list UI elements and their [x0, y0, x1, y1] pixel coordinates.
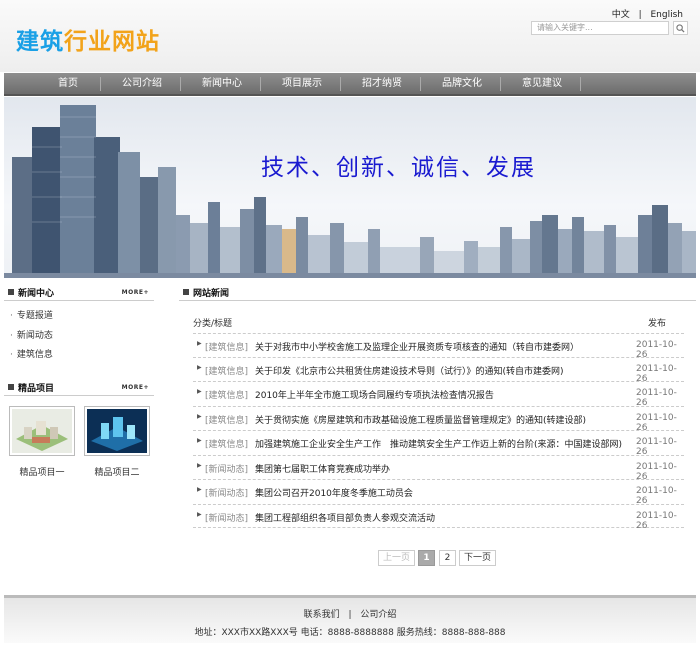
lang-separator: |	[638, 10, 642, 20]
nav-divider	[100, 77, 101, 91]
nav-divider	[340, 77, 341, 91]
sidebar-link-special-report[interactable]: 专题报道	[10, 309, 53, 329]
hero-banner: 技术、创新、诚信、发展	[4, 97, 696, 278]
arrow-right-icon: ▶	[197, 388, 202, 395]
search-input[interactable]: 请输入关键字...	[531, 21, 669, 35]
city-skyline-image	[4, 105, 696, 278]
nav-feedback[interactable]: 意见建议	[512, 73, 572, 94]
site-header: 建筑行业网站 中文 | English 请输入关键字...	[0, 0, 700, 72]
footer-links: 联系我们 | 公司介绍	[4, 607, 696, 620]
nav-divider	[580, 77, 581, 91]
nav-brand-culture[interactable]: 品牌文化	[432, 73, 492, 94]
news-row[interactable]: ▶ [新闻动态] 集团第七届职工体育竞赛成功举办 2011-10-26	[193, 455, 684, 482]
main-news-header: 网站新闻	[179, 285, 696, 301]
footer-contact-link[interactable]: 联系我们	[304, 610, 340, 620]
footer-separator: |	[348, 610, 352, 620]
project-thumbnail-2[interactable]	[84, 406, 150, 456]
news-row[interactable]: ▶ [建筑信息] 关于对我市中小学校舍施工及监理企业开展资质专项核查的通知（转自…	[193, 333, 684, 360]
news-date: 2011-10-26	[636, 511, 677, 531]
main-nav: 首页 公司介绍 新闻中心 项目展示 招才纳贤 品牌文化 意见建议	[4, 73, 696, 96]
arrow-right-icon: ▶	[197, 486, 202, 493]
project-caption-2[interactable]: 精品项目二	[84, 465, 150, 478]
news-row[interactable]: ▶ [建筑信息] 2010年上半年全市施工现场合同履约专项执法检查情况报告 20…	[193, 381, 684, 408]
sidebar-projects-more-link[interactable]: MORE+	[122, 384, 149, 391]
arrow-right-icon: ▶	[197, 462, 202, 469]
sidebar-news-header: 新闻中心 MORE+	[4, 285, 154, 301]
news-category[interactable]: [建筑信息]	[205, 437, 248, 450]
news-title-link[interactable]: 关于贯彻实施《房屋建筑和市政基础设施工程质量监督管理规定》的通知(转建设部)	[255, 413, 586, 426]
nav-projects[interactable]: 项目展示	[272, 73, 332, 94]
bullet-icon	[8, 289, 14, 295]
news-date: 2011-10-26	[636, 437, 677, 457]
building-model-image	[87, 409, 147, 453]
sidebar-news-title: 新闻中心	[18, 289, 55, 299]
news-date: 2011-10-26	[636, 388, 677, 408]
arrow-right-icon: ▶	[197, 437, 202, 444]
news-date: 2011-10-26	[636, 486, 677, 506]
news-category[interactable]: [建筑信息]	[205, 364, 248, 377]
search-icon	[676, 24, 685, 33]
arrow-right-icon: ▶	[197, 364, 202, 371]
search-button[interactable]	[673, 21, 688, 35]
nav-divider	[180, 77, 181, 91]
sidebar-link-news-updates[interactable]: 新闻动态	[10, 329, 53, 349]
logo-text-part2: 行业网站	[64, 29, 160, 55]
sidebar-news-list: 专题报道 新闻动态 建筑信息	[10, 309, 53, 368]
news-category[interactable]: [新闻动态]	[205, 486, 248, 499]
main-news-title: 网站新闻	[193, 289, 230, 299]
column-header-date: 发布	[648, 319, 667, 329]
news-row[interactable]: ▶ [建筑信息] 关于印发《北京市公共租赁住房建设技术导则（试行）》的通知(转自…	[193, 357, 684, 384]
nav-news-center[interactable]: 新闻中心	[192, 73, 252, 94]
bullet-icon	[8, 384, 14, 390]
building-model-image	[12, 409, 72, 453]
news-category[interactable]: [建筑信息]	[205, 413, 248, 426]
lang-english-link[interactable]: English	[651, 10, 684, 20]
news-title-link[interactable]: 集团公司召开2010年度冬季施工动员会	[255, 486, 413, 499]
pager-next-button[interactable]: 下一页	[459, 550, 496, 566]
sidebar-news-more-link[interactable]: MORE+	[122, 289, 149, 296]
site-logo[interactable]: 建筑行业网站	[16, 22, 160, 56]
sidebar-projects-title: 精品项目	[18, 384, 55, 394]
footer-about-link[interactable]: 公司介绍	[360, 610, 396, 620]
news-title-link[interactable]: 加强建筑施工企业安全生产工作 推动建筑安全生产工作迈上新的台阶(来源：中国建设部…	[255, 437, 622, 450]
news-row[interactable]: ▶ [新闻动态] 集团公司召开2010年度冬季施工动员会 2011-10-26	[193, 479, 684, 506]
nav-divider	[260, 77, 261, 91]
news-category[interactable]: [新闻动态]	[205, 511, 248, 524]
news-category[interactable]: [新闻动态]	[205, 462, 248, 475]
news-title-link[interactable]: 2010年上半年全市施工现场合同履约专项执法检查情况报告	[255, 388, 494, 401]
nav-divider	[420, 77, 421, 91]
project-thumbnail-1[interactable]	[9, 406, 75, 456]
news-row[interactable]: ▶ [建筑信息] 关于贯彻实施《房屋建筑和市政基础设施工程质量监督管理规定》的通…	[193, 406, 684, 433]
logo-text-part1: 建筑	[16, 29, 64, 55]
site-footer: 联系我们 | 公司介绍 地址：XXX市XX路XXX号 电话：8888-88888…	[4, 595, 696, 643]
sidebar-link-construction-info[interactable]: 建筑信息	[10, 348, 53, 368]
nav-recruitment[interactable]: 招才纳贤	[352, 73, 412, 94]
arrow-right-icon: ▶	[197, 340, 202, 347]
news-title-link[interactable]: 关于对我市中小学校舍施工及监理企业开展资质专项核查的通知（转自市建委网）	[255, 340, 579, 353]
nav-home[interactable]: 首页	[48, 73, 88, 94]
news-title-link[interactable]: 集团第七届职工体育竞赛成功举办	[255, 462, 390, 475]
pager-page-1[interactable]: 1	[418, 550, 435, 566]
lang-chinese-link[interactable]: 中文	[612, 10, 630, 20]
news-title-link[interactable]: 集团工程部组织各项目部负责人参观交流活动	[255, 511, 435, 524]
nav-divider	[500, 77, 501, 91]
news-row[interactable]: ▶ [建筑信息] 加强建筑施工企业安全生产工作 推动建筑安全生产工作迈上新的台阶…	[193, 430, 684, 457]
pager-prev-button[interactable]: 上一页	[378, 550, 415, 566]
project-caption-1[interactable]: 精品项目一	[9, 465, 75, 478]
language-switch: 中文 | English	[609, 7, 686, 20]
footer-address: 地址：XXX市XX路XXX号 电话：8888-8888888 服务热线：8888…	[194, 628, 506, 638]
arrow-right-icon: ▶	[197, 413, 202, 420]
arrow-right-icon: ▶	[197, 511, 202, 518]
sidebar-projects-header: 精品项目 MORE+	[4, 380, 154, 396]
nav-company-intro[interactable]: 公司介绍	[112, 73, 172, 94]
news-title-link[interactable]: 关于印发《北京市公共租赁住房建设技术导则（试行）》的通知(转自市建委网)	[255, 364, 564, 377]
column-header-title: 分类/标题	[193, 319, 233, 329]
news-category[interactable]: [建筑信息]	[205, 388, 248, 401]
news-category[interactable]: [建筑信息]	[205, 340, 248, 353]
news-row[interactable]: ▶ [新闻动态] 集团工程部组织各项目部负责人参观交流活动 2011-10-26	[193, 504, 684, 531]
banner-slogan: 技术、创新、诚信、发展	[261, 155, 536, 181]
pager-page-2[interactable]: 2	[439, 550, 456, 566]
bullet-icon	[183, 289, 189, 295]
